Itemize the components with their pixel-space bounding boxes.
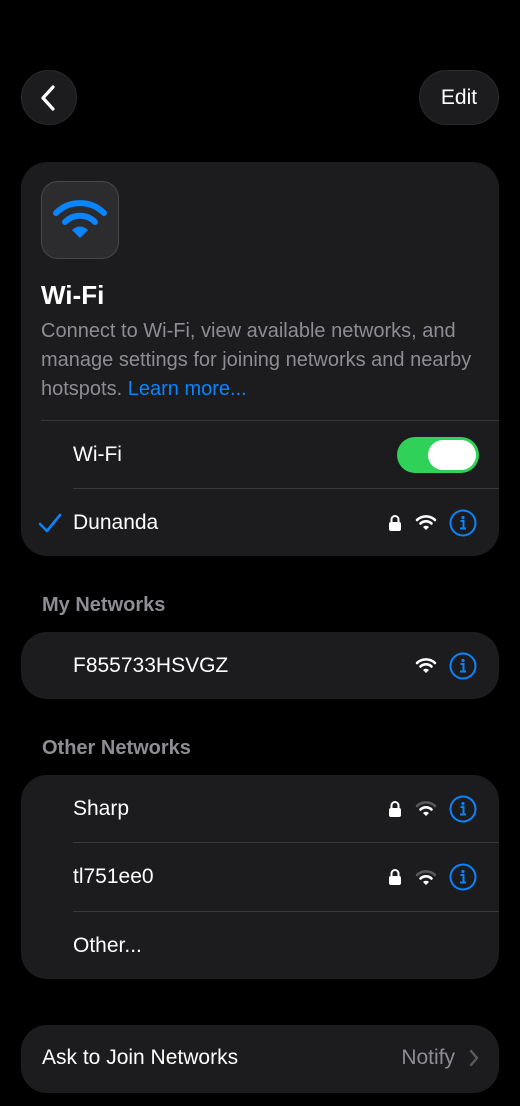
chevron-right-icon xyxy=(469,1049,479,1067)
network-name: tl751ee0 xyxy=(73,865,154,888)
wifi-icon xyxy=(53,200,107,238)
back-button[interactable] xyxy=(21,70,77,125)
lock-icon xyxy=(389,514,401,531)
info-icon[interactable] xyxy=(449,795,477,823)
wifi-signal-weak-icon xyxy=(415,869,437,885)
wifi-toggle-row: Wi-Fi xyxy=(21,421,499,488)
my-networks-heading: My Networks xyxy=(42,594,166,616)
network-row[interactable]: Sharp xyxy=(21,775,499,842)
wifi-signal-icon xyxy=(415,658,437,673)
wifi-signal-icon xyxy=(415,515,437,530)
ask-to-join-value: Notify xyxy=(401,1046,455,1069)
network-name: Sharp xyxy=(73,796,130,820)
network-row[interactable]: tl751ee0 xyxy=(21,843,499,911)
toggle-knob xyxy=(428,439,476,470)
learn-more-link[interactable]: Learn more... xyxy=(128,378,247,400)
description-text: Connect to Wi-Fi, view available network… xyxy=(41,320,472,400)
wifi-settings-page: Edit Wi-Fi Connect to Wi-Fi, view availa… xyxy=(0,0,520,1106)
checkmark-icon xyxy=(38,513,62,532)
other-networks-card: Sharp tl751ee0 Other... xyxy=(21,775,499,979)
info-icon[interactable] xyxy=(449,509,477,537)
ask-to-join-row[interactable]: Ask to Join Networks Notify xyxy=(21,1025,499,1093)
page-description: Connect to Wi-Fi, view available network… xyxy=(41,317,481,404)
lock-icon xyxy=(389,800,401,817)
ask-to-join-label: Ask to Join Networks xyxy=(42,1046,239,1069)
other-network-row[interactable]: Other... xyxy=(21,912,499,979)
wifi-header-card: Wi-Fi Connect to Wi-Fi, view available n… xyxy=(21,162,499,556)
other-networks-heading: Other Networks xyxy=(42,737,191,759)
connected-network-name: Dunanda xyxy=(73,510,159,534)
network-row[interactable]: F855733HSVGZ xyxy=(21,632,499,699)
network-name: F855733HSVGZ xyxy=(73,653,229,677)
other-network-label: Other... xyxy=(73,933,142,957)
edit-button[interactable]: Edit xyxy=(419,70,499,125)
page-title: Wi-Fi xyxy=(41,280,105,310)
my-networks-card: F855733HSVGZ xyxy=(21,632,499,699)
info-icon[interactable] xyxy=(449,863,477,891)
info-icon[interactable] xyxy=(449,652,477,680)
wifi-toggle-label: Wi-Fi xyxy=(73,442,122,466)
lock-icon xyxy=(389,869,401,885)
wifi-app-icon xyxy=(41,181,119,259)
back-chevron-icon xyxy=(41,84,55,111)
wifi-signal-weak-icon xyxy=(415,801,437,816)
connected-network-row[interactable]: Dunanda xyxy=(21,489,499,556)
wifi-toggle[interactable] xyxy=(397,436,479,473)
